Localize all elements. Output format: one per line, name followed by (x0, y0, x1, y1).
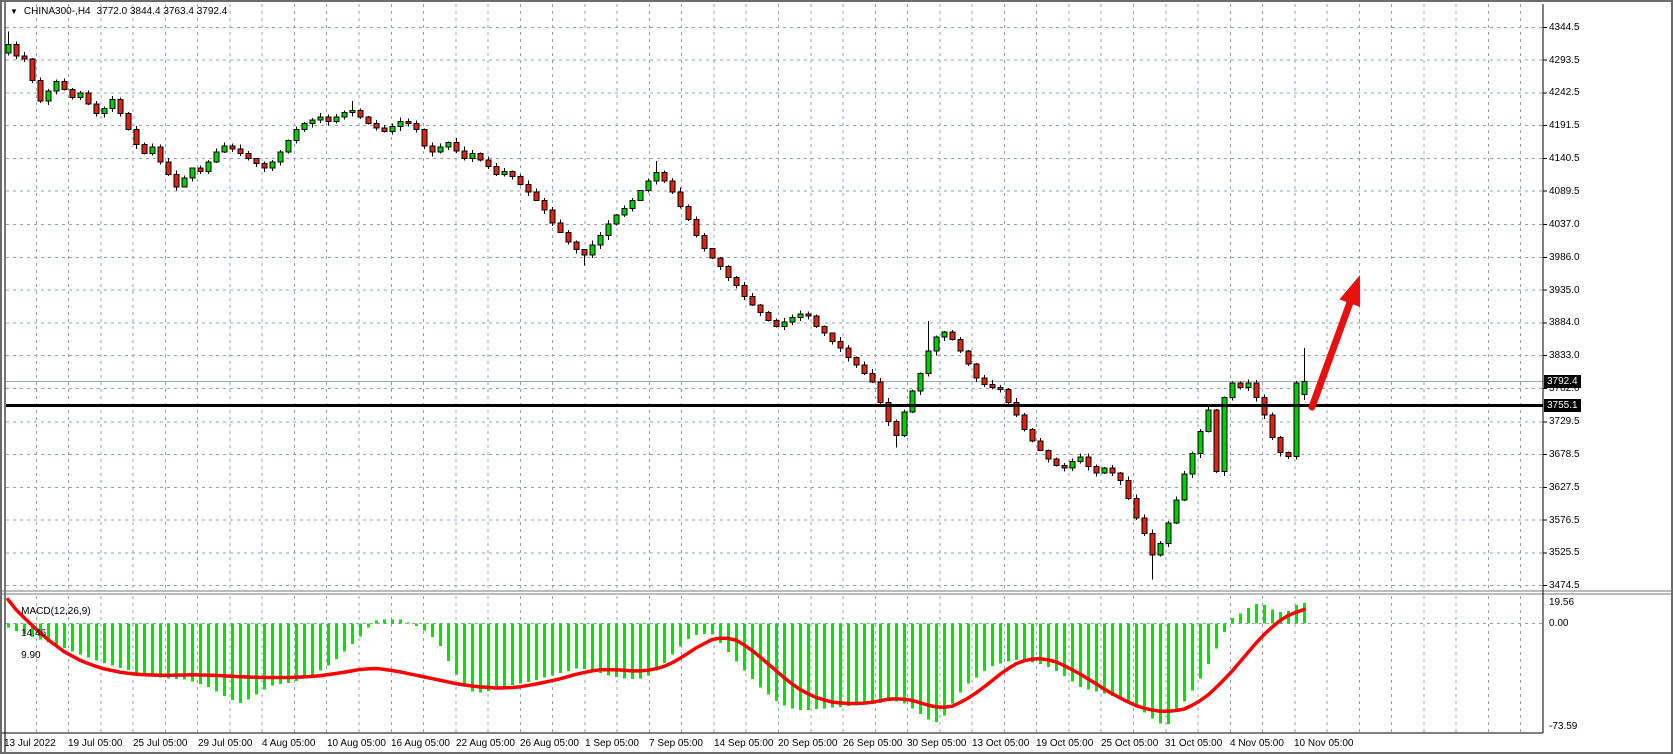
symbol-period-label: CHINA300-,H4 (24, 6, 91, 17)
date-label: 25 Jul 05:00 (133, 738, 188, 749)
price-axis-label: 4037.0 (1549, 219, 1580, 230)
date-label: 26 Aug 05:00 (520, 738, 579, 749)
price-axis-label: 4191.5 (1549, 120, 1580, 131)
price-axis-label: 4242.5 (1549, 87, 1580, 98)
macd-indicator-name: MACD(12,26,9) (21, 606, 90, 617)
chevron-down-icon[interactable]: ▼ (10, 7, 18, 16)
price-axis-label: 4140.5 (1549, 153, 1580, 164)
macd-scale-label: -73.59 (1549, 721, 1577, 732)
macd-signal-value: 9.90 (21, 650, 40, 661)
price-axis-label: 3627.5 (1549, 482, 1580, 493)
trading-chart-window: ▼ CHINA300-,H4 3772.0 3844.4 3763.4 3792… (0, 0, 1673, 754)
macd-label: MACD(12,26,9) 14.46 9.90 (10, 595, 91, 672)
date-label: 14 Sep 05:00 (714, 738, 774, 749)
macd-histogram (7, 603, 1306, 724)
date-label: 26 Sep 05:00 (843, 738, 903, 749)
level-price-label: 3755.1 (1544, 399, 1581, 412)
price-axis-label: 3833.0 (1549, 350, 1580, 361)
date-label: 13 Jul 2022 (4, 738, 56, 749)
date-label: 22 Aug 05:00 (456, 738, 515, 749)
date-label: 7 Sep 05:00 (649, 738, 703, 749)
price-axis-label: 3884.0 (1549, 317, 1580, 328)
date-label: 31 Oct 05:00 (1165, 738, 1222, 749)
date-label: 20 Sep 05:00 (778, 738, 838, 749)
date-label: 29 Jul 05:00 (198, 738, 253, 749)
price-axis-label: 3935.0 (1549, 285, 1580, 296)
macd-main-value: 14.46 (21, 628, 46, 639)
candles-layer (6, 32, 1307, 580)
chart-title: ▼ CHINA300-,H4 3772.0 3844.4 3763.4 3792… (10, 6, 227, 17)
trend-arrow[interactable] (1312, 275, 1360, 407)
ohlc-values: 3772.0 3844.4 3763.4 3792.4 (97, 6, 228, 17)
price-axis-label: 3525.5 (1549, 547, 1580, 558)
price-chart[interactable] (2, 2, 1673, 754)
price-axis-label: 4293.5 (1549, 55, 1580, 66)
price-axis-label: 4344.5 (1549, 22, 1580, 33)
macd-scale-label: 19.56 (1549, 597, 1574, 608)
grid-lines (6, 4, 1543, 733)
date-label: 25 Oct 05:00 (1101, 738, 1158, 749)
date-label: 4 Nov 05:00 (1230, 738, 1284, 749)
price-axis-label: 3474.5 (1549, 580, 1580, 591)
bid-price-label: 3792.4 (1544, 375, 1581, 388)
macd-scale-label: 0.00 (1549, 618, 1568, 629)
date-label: 10 Aug 05:00 (327, 738, 386, 749)
price-axis-label: 3729.5 (1549, 416, 1580, 427)
date-label: 19 Oct 05:00 (1036, 738, 1093, 749)
date-label: 4 Aug 05:00 (262, 738, 315, 749)
price-axis-label: 3576.5 (1549, 515, 1580, 526)
date-label: 19 Jul 05:00 (68, 738, 123, 749)
date-label: 16 Aug 05:00 (391, 738, 450, 749)
date-label: 1 Sep 05:00 (585, 738, 639, 749)
price-axis-label: 3986.0 (1549, 252, 1580, 263)
date-label: 10 Nov 05:00 (1294, 738, 1354, 749)
price-axis-label: 3678.5 (1549, 449, 1580, 460)
price-axis-label: 4089.5 (1549, 186, 1580, 197)
date-label: 30 Sep 05:00 (907, 738, 967, 749)
date-label: 13 Oct 05:00 (972, 738, 1029, 749)
